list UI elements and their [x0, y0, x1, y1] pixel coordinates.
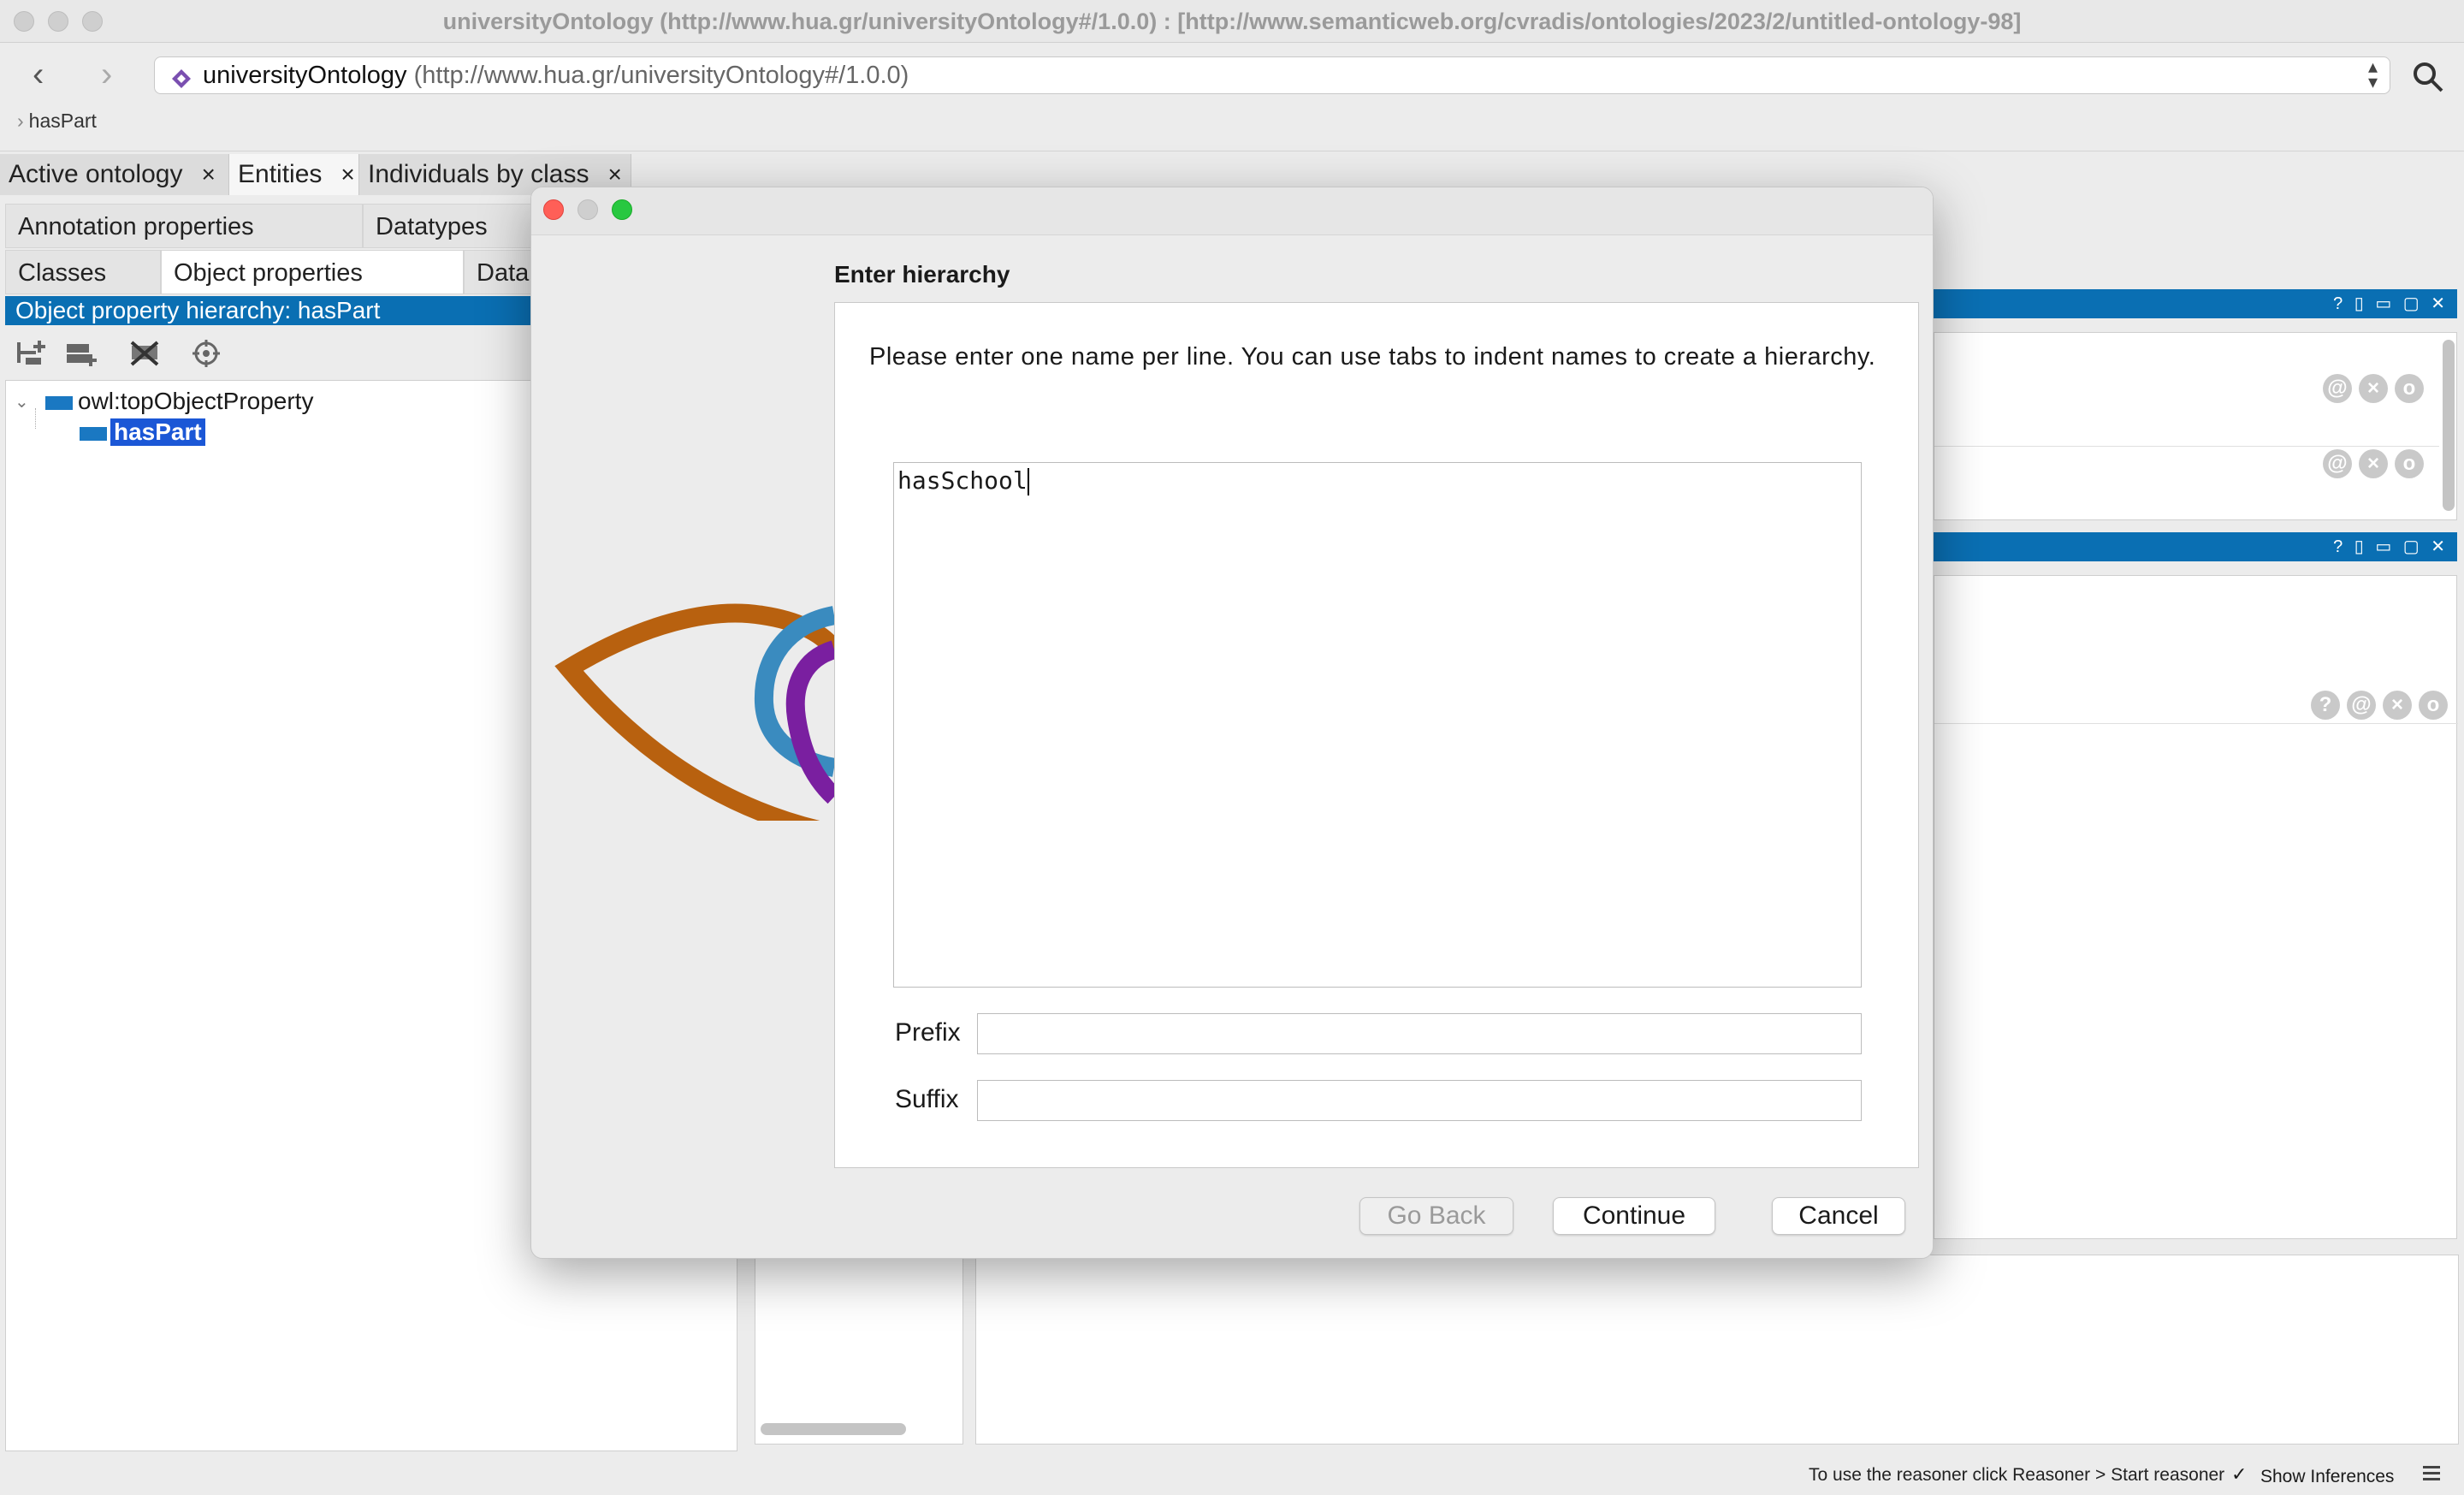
reasoner-hint: To use the reasoner click Reasoner > Sta… [1809, 1465, 2225, 1485]
names-textarea[interactable]: hasSchool [893, 462, 1862, 988]
divider [1934, 723, 2458, 724]
tab-data-properties[interactable]: Data [464, 250, 541, 294]
tab-classes[interactable]: Classes [5, 250, 161, 294]
annotations-panel-header: ? ▯ ▭ ▢ ✕ [1934, 289, 2457, 318]
enter-hierarchy-dialog: Enter hierarchy Please enter one name pe… [530, 187, 1934, 1259]
vertical-scrollbar[interactable] [2443, 340, 2455, 511]
dialog-titlebar [531, 187, 1933, 235]
prefix-label: Prefix [895, 1018, 961, 1047]
breadcrumb-item[interactable]: hasPart [29, 110, 97, 132]
show-inferences-checkbox[interactable]: ✓ [2231, 1465, 2250, 1484]
tab-object-properties[interactable]: Object properties [161, 250, 464, 294]
delete-icon[interactable]: × [2383, 691, 2412, 720]
find-usage-icon[interactable] [192, 339, 221, 368]
object-property-icon [45, 396, 73, 410]
ontology-name: universityOntology [203, 62, 407, 89]
help-icon[interactable]: ? [2311, 691, 2340, 720]
expand-chevron-icon[interactable]: ⌄ [15, 391, 29, 412]
divider [1934, 446, 2439, 447]
names-text: hasSchool [897, 466, 1028, 495]
add-sibling-property-icon[interactable] [63, 339, 98, 368]
continue-button[interactable]: Continue [1553, 1197, 1715, 1235]
tab-label: Entities [238, 160, 323, 188]
close-tab-icon[interactable]: × [201, 161, 215, 187]
close-tab-icon[interactable]: × [341, 161, 354, 187]
window-titlebar: universityOntology (http://www.hua.gr/un… [0, 0, 2464, 43]
suffix-field[interactable] [977, 1080, 1862, 1121]
suffix-label: Suffix [895, 1085, 959, 1113]
tab-label: Active ontology [9, 160, 183, 188]
cancel-button[interactable]: Cancel [1772, 1197, 1905, 1235]
tab-datatypes[interactable]: Datatypes [363, 204, 534, 248]
edit-icon[interactable]: o [2395, 374, 2424, 403]
window-title: universityOntology (http://www.hua.gr/un… [442, 9, 2022, 34]
annotations-panel: @ × o @ × o [1934, 332, 2457, 520]
edit-icon[interactable]: o [2419, 691, 2448, 720]
go-back-button[interactable]: Go Back [1359, 1197, 1513, 1235]
delete-icon[interactable]: × [2359, 449, 2388, 478]
close-tab-icon[interactable]: × [607, 161, 621, 187]
dropdown-chevron-icon[interactable]: ▴ ▾ [2368, 57, 2378, 92]
hierarchy-toolbar [5, 327, 536, 378]
annotate-icon[interactable]: @ [2347, 691, 2376, 720]
tab-annotation-properties[interactable]: Annotation properties [5, 204, 363, 248]
instructions-text: Please enter one name per line. You can … [869, 343, 1876, 371]
view-controls[interactable]: ? ▯ ▭ ▢ ✕ [2333, 532, 2449, 561]
tree-connector [35, 408, 36, 429]
ontology-selector[interactable]: universityOntology (http://www.hua.gr/un… [154, 56, 2390, 94]
tab-active-ontology[interactable]: Active ontology × [0, 154, 229, 195]
minimize-dialog-icon[interactable] [578, 199, 598, 220]
middle-panel [755, 1255, 963, 1445]
text-caret [1027, 468, 1029, 495]
description-panel [975, 1255, 2459, 1445]
annotate-icon[interactable]: @ [2323, 374, 2352, 403]
tab-label: Individuals by class [368, 160, 589, 188]
breadcrumb[interactable]: › hasPart [17, 110, 97, 133]
tree-root-item[interactable]: owl:topObjectProperty [78, 388, 313, 415]
ontology-diamond-icon [170, 64, 192, 88]
tree-item-selected[interactable]: hasPart [110, 418, 205, 446]
tab-entities[interactable]: Entities × [229, 154, 359, 195]
row-controls: ? @ × o [2304, 691, 2448, 720]
add-subproperty-icon[interactable] [14, 339, 48, 368]
forward-arrow-icon[interactable]: › [101, 53, 112, 96]
view-controls[interactable]: ? ▯ ▭ ▢ ✕ [2333, 289, 2449, 318]
hierarchy-title: Object property hierarchy: hasPart [5, 296, 536, 325]
annotate-icon[interactable]: @ [2323, 449, 2352, 478]
row-controls: @ × o [2316, 449, 2424, 478]
log-list-icon[interactable] [2421, 1463, 2442, 1484]
show-inferences-label: Show Inferences [2260, 1467, 2395, 1486]
dialog-heading: Enter hierarchy [834, 261, 1010, 288]
delete-property-icon[interactable] [128, 339, 163, 368]
delete-icon[interactable]: × [2359, 374, 2388, 403]
ontology-iri: (http://www.hua.gr/universityOntology#/1… [413, 62, 909, 89]
characteristics-panel-header: ? ▯ ▭ ▢ ✕ [1934, 532, 2457, 561]
prefix-field[interactable] [977, 1013, 1862, 1054]
dialog-content: Please enter one name per line. You can … [834, 302, 1919, 1168]
edit-icon[interactable]: o [2395, 449, 2424, 478]
zoom-dialog-icon[interactable] [612, 199, 632, 220]
protege-logo [548, 478, 843, 843]
row-controls: @ × o [2316, 374, 2424, 403]
search-icon[interactable] [2411, 60, 2445, 94]
back-arrow-icon[interactable]: ‹ [33, 53, 44, 96]
close-dialog-icon[interactable] [543, 199, 564, 220]
characteristics-panel: ? @ × o [1934, 575, 2458, 1239]
object-property-icon [80, 427, 107, 441]
horizontal-scrollbar[interactable] [761, 1423, 906, 1435]
